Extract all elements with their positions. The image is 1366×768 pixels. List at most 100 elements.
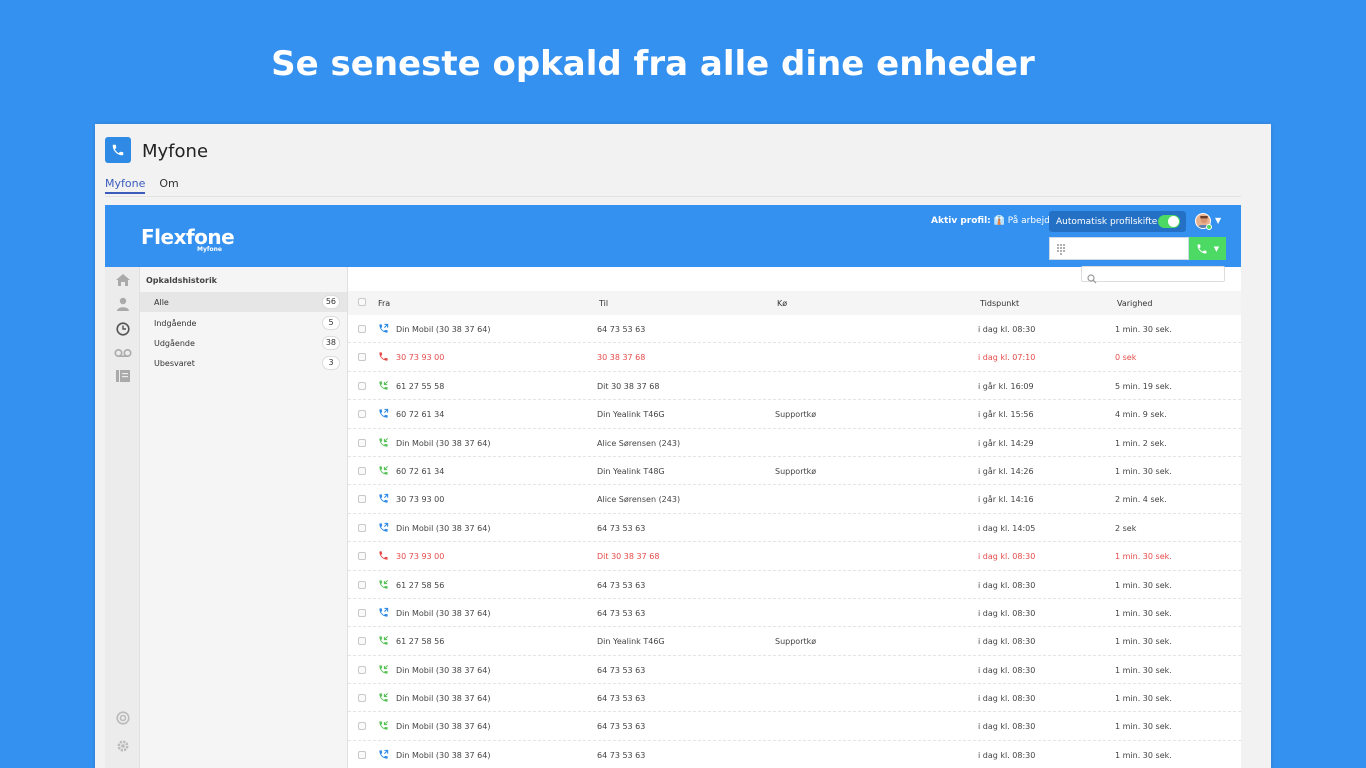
- gear-icon[interactable]: [114, 737, 132, 755]
- phonebook-icon[interactable]: [114, 367, 132, 385]
- row-checkbox[interactable]: [358, 410, 366, 419]
- table-row[interactable]: Din Mobil (30 38 37 64) 64 73 53 63 i dag …: [348, 656, 1241, 685]
- cell-fra[interactable]: Din Mobil (30 38 37 64): [396, 609, 490, 618]
- auto-profile-switch-button[interactable]: Automatisk profilskifte: [1049, 211, 1186, 232]
- row-checkbox[interactable]: [358, 750, 366, 759]
- cell-til[interactable]: 64 73 53 63: [597, 524, 645, 533]
- column-header-til[interactable]: Til: [599, 299, 608, 308]
- column-header-varighed[interactable]: Varighed: [1117, 299, 1152, 308]
- tabs-divider: [105, 196, 1241, 197]
- chevron-down-icon[interactable]: ▼: [1214, 245, 1219, 253]
- clock-icon[interactable]: [114, 320, 132, 338]
- table-row[interactable]: Din Mobil (30 38 37 64) 64 73 53 63 i dag …: [348, 741, 1241, 768]
- cell-varighed: 1 min. 30 sek.: [1115, 750, 1172, 760]
- table-row[interactable]: 61 27 55 58 Dit 30 38 37 68 i går kl. 16:0…: [348, 372, 1241, 401]
- row-checkbox[interactable]: [358, 552, 366, 561]
- cell-fra[interactable]: Din Mobil (30 38 37 64): [396, 524, 490, 533]
- row-checkbox[interactable]: [358, 438, 366, 447]
- table-row[interactable]: 30 73 93 00 Alice Sørensen (243) i går kl.…: [348, 485, 1241, 514]
- cell-til[interactable]: Alice Sørensen (243): [597, 495, 680, 504]
- row-checkbox[interactable]: [358, 608, 366, 617]
- table-row[interactable]: Din Mobil (30 38 37 64) 64 73 53 63 i dag …: [348, 712, 1241, 741]
- home-icon[interactable]: [114, 271, 132, 289]
- row-checkbox[interactable]: [358, 495, 366, 504]
- auto-profile-toggle[interactable]: [1158, 215, 1180, 228]
- table-row[interactable]: Din Mobil (30 38 37 64) 64 73 53 63 i dag …: [348, 684, 1241, 713]
- table-row[interactable]: 30 73 93 00 Dit 30 38 37 68 i dag kl. 08:3…: [348, 542, 1241, 571]
- cell-til[interactable]: Dit 30 38 37 68: [597, 552, 659, 561]
- cell-fra[interactable]: Din Mobil (30 38 37 64): [396, 694, 490, 703]
- call-button[interactable]: ▼: [1189, 237, 1226, 260]
- table-row[interactable]: Din Mobil (30 38 37 64) 64 73 53 63 i dag …: [348, 599, 1241, 628]
- row-checkbox[interactable]: [358, 694, 366, 703]
- row-checkbox[interactable]: [358, 722, 366, 731]
- sidebar-item-udgaaende[interactable]: Udgående 38: [140, 333, 347, 353]
- cell-til[interactable]: Alice Sørensen (243): [597, 439, 680, 448]
- brand-logo: Flexfone Myfone: [141, 225, 235, 253]
- active-profile[interactable]: Aktiv profil: 👔 På arbejde: [931, 216, 1055, 226]
- row-checkbox[interactable]: [358, 466, 366, 475]
- table-row[interactable]: Din Mobil (30 38 37 64) Alice Sørensen (2…: [348, 429, 1241, 457]
- row-checkbox[interactable]: [358, 381, 366, 390]
- dialpad-icon[interactable]: [1056, 243, 1066, 255]
- cell-til[interactable]: Din Yealink T46G: [597, 410, 665, 419]
- cell-til[interactable]: 64 73 53 63: [597, 609, 645, 618]
- cell-tidspunkt: i går kl. 14:26: [978, 466, 1034, 476]
- table-row[interactable]: Din Mobil (30 38 37 64) 64 73 53 63 i dag …: [348, 315, 1241, 344]
- cell-til[interactable]: 64 73 53 63: [597, 581, 645, 590]
- cell-til[interactable]: 64 73 53 63: [597, 751, 645, 760]
- cell-fra[interactable]: Din Mobil (30 38 37 64): [396, 722, 490, 731]
- cell-fra[interactable]: Din Mobil (30 38 37 64): [396, 325, 490, 334]
- cell-fra[interactable]: 60 72 61 34: [396, 410, 444, 419]
- cell-fra[interactable]: 60 72 61 34: [396, 467, 444, 476]
- cell-fra[interactable]: 30 73 93 00: [396, 552, 444, 561]
- row-checkbox[interactable]: [358, 523, 366, 532]
- row-checkbox[interactable]: [358, 353, 366, 362]
- row-checkbox[interactable]: [358, 637, 366, 646]
- column-header-koe[interactable]: Kø: [777, 299, 787, 308]
- cell-fra[interactable]: Din Mobil (30 38 37 64): [396, 666, 490, 675]
- support-icon[interactable]: [114, 709, 132, 727]
- cell-til[interactable]: 64 73 53 63: [597, 325, 645, 334]
- cell-fra[interactable]: 61 27 55 58: [396, 382, 444, 391]
- cell-fra[interactable]: 30 73 93 00: [396, 495, 444, 504]
- table-row[interactable]: 61 27 58 56 64 73 53 63 i dag kl. 08:30 1 m…: [348, 571, 1241, 599]
- cell-fra[interactable]: Din Mobil (30 38 37 64): [396, 439, 490, 448]
- cell-til[interactable]: 64 73 53 63: [597, 666, 645, 675]
- search-input[interactable]: [1081, 266, 1225, 284]
- sidebar-item-indgaaende[interactable]: Indgående 5: [140, 313, 347, 333]
- cell-varighed: 1 min. 30 sek.: [1115, 552, 1172, 562]
- column-header-fra[interactable]: Fra: [378, 299, 390, 308]
- cell-til[interactable]: 64 73 53 63: [597, 722, 645, 731]
- sidebar-item-ubesvaret[interactable]: Ubesvaret 3: [140, 353, 347, 373]
- cell-til[interactable]: 64 73 53 63: [597, 694, 645, 703]
- dial-input[interactable]: [1049, 237, 1189, 260]
- cell-fra[interactable]: Din Mobil (30 38 37 64): [396, 751, 490, 760]
- row-checkbox[interactable]: [358, 325, 366, 333]
- contacts-icon[interactable]: [114, 295, 132, 313]
- select-all-checkbox[interactable]: [358, 298, 366, 306]
- phone-app-icon: [105, 137, 131, 163]
- cell-til[interactable]: Din Yealink T46G: [597, 637, 665, 646]
- row-checkbox[interactable]: [358, 580, 366, 589]
- cell-til[interactable]: Din Yealink T48G: [597, 467, 665, 476]
- table-row[interactable]: 30 73 93 00 30 38 37 68 i dag kl. 07:10 0 s…: [348, 343, 1241, 372]
- table-row[interactable]: 61 27 58 56 Din Yealink T46G Supportkø i da…: [348, 627, 1241, 656]
- cell-fra[interactable]: 61 27 58 56: [396, 581, 444, 590]
- active-profile-label: Aktiv profil:: [931, 216, 991, 226]
- cell-til[interactable]: Dit 30 38 37 68: [597, 382, 659, 391]
- column-header-tidspunkt[interactable]: Tidspunkt: [980, 299, 1019, 308]
- cell-fra[interactable]: 61 27 58 56: [396, 637, 444, 646]
- row-checkbox[interactable]: [358, 665, 366, 674]
- tab-myfone[interactable]: Myfone: [105, 177, 146, 194]
- chevron-down-icon[interactable]: ▼: [1215, 216, 1221, 225]
- cell-til[interactable]: 30 38 37 68: [597, 353, 645, 362]
- sidebar-item-alle[interactable]: Alle 56: [140, 292, 347, 312]
- voicemail-icon[interactable]: [114, 344, 132, 362]
- tab-om[interactable]: Om: [159, 177, 178, 194]
- headline: Se seneste opkald fra alle dine enheder: [271, 44, 1035, 84]
- table-row[interactable]: 60 72 61 34 Din Yealink T46G Supportkø i gå…: [348, 400, 1241, 429]
- cell-fra[interactable]: 30 73 93 00: [396, 353, 444, 362]
- table-row[interactable]: Din Mobil (30 38 37 64) 64 73 53 63 i dag …: [348, 514, 1241, 543]
- table-row[interactable]: 60 72 61 34 Din Yealink T48G Supportkø i gå…: [348, 457, 1241, 486]
